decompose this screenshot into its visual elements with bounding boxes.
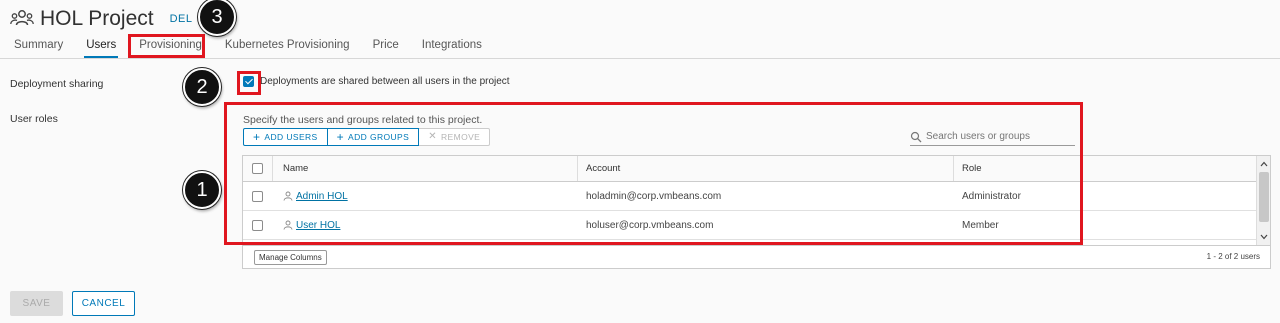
scroll-down-icon[interactable]: [1257, 231, 1271, 243]
tab-users[interactable]: Users: [84, 38, 119, 59]
pagination-info: 1 - 2 of 2 users: [1206, 252, 1260, 261]
table-scrollbar[interactable]: [1256, 156, 1270, 245]
deployment-sharing-label: Deployment sharing: [10, 78, 104, 90]
annotation-box-provisioning-tab: [128, 34, 205, 58]
cancel-button[interactable]: CANCEL: [72, 291, 135, 316]
users-group-icon: [10, 10, 34, 26]
callout-badge-3: 3: [198, 0, 236, 36]
callout-badge-2: 2: [183, 68, 221, 106]
tab-kubernetes-provisioning[interactable]: Kubernetes Provisioning: [225, 38, 350, 58]
delete-link[interactable]: DEL: [170, 13, 193, 25]
scroll-up-icon[interactable]: [1257, 158, 1271, 170]
tabs-divider: [0, 58, 1280, 59]
table-footer: Manage Columns 1 - 2 of 2 users: [243, 245, 1270, 268]
tab-price[interactable]: Price: [373, 38, 399, 58]
save-button[interactable]: SAVE: [10, 291, 63, 316]
user-roles-label: User roles: [10, 113, 58, 125]
page-header: HOL Project DEL: [10, 6, 193, 32]
annotation-box-sharing-checkbox: [237, 71, 261, 95]
tab-integrations[interactable]: Integrations: [422, 38, 482, 58]
callout-badge-1: 1: [183, 171, 221, 209]
annotation-box-user-roles: [224, 102, 1083, 245]
scroll-thumb[interactable]: [1259, 172, 1269, 222]
page-title: HOL Project: [40, 7, 154, 30]
deployment-sharing-text: Deployments are shared between all users…: [260, 76, 510, 87]
manage-columns-button[interactable]: Manage Columns: [254, 250, 327, 265]
deployment-sharing-option: Deployments are shared between all users…: [243, 76, 510, 87]
tab-summary[interactable]: Summary: [14, 38, 63, 58]
tab-bar: Summary Users Provisioning Kubernetes Pr…: [14, 38, 505, 59]
